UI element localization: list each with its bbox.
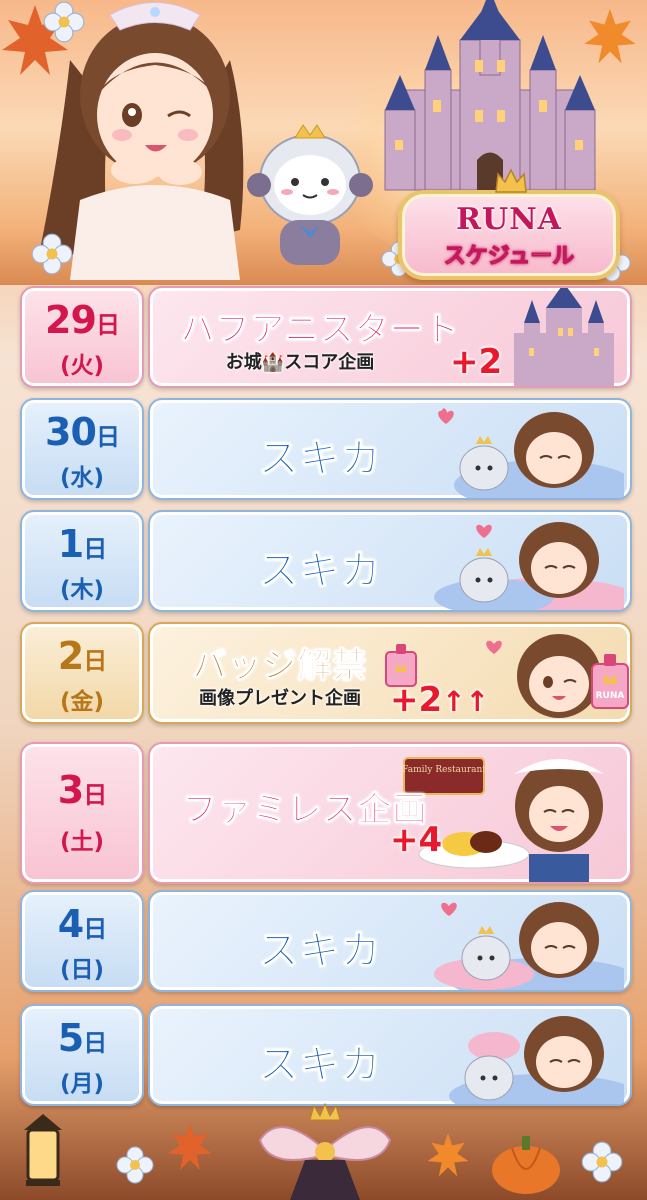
crown-icon xyxy=(495,168,527,193)
date-unit: 日 xyxy=(83,915,107,943)
date-value: 4 xyxy=(57,902,84,946)
page-subtitle: スケジュール xyxy=(443,244,575,270)
maple-leaf-icon xyxy=(168,1123,212,1170)
event-box: スキカ xyxy=(148,398,632,500)
date-value: 3 xyxy=(57,768,84,812)
weekday-label: (火) xyxy=(59,353,105,379)
event-title: ハフアニスタート xyxy=(180,310,460,351)
weekday-label: (木) xyxy=(59,577,105,603)
date-unit: 日 xyxy=(95,311,120,339)
schedule-row: 30日 (水) スキカ xyxy=(14,394,632,500)
footer-decoration xyxy=(0,1100,647,1200)
event-box: スキカ xyxy=(148,510,632,612)
date-box: 2日 (金) xyxy=(20,622,144,724)
date-value: 1 xyxy=(57,522,84,566)
date-number: 4日 xyxy=(22,902,142,946)
date-number: 5日 xyxy=(22,1016,142,1060)
event-box: Family Restaurant ファミレス企画 +4 xyxy=(148,742,632,884)
weekday-label: (水) xyxy=(59,465,105,491)
pumpkin-icon xyxy=(492,1136,560,1194)
date-value: 5 xyxy=(57,1016,84,1060)
date-number: 30日 xyxy=(22,410,142,454)
date-value: 29 xyxy=(45,298,97,342)
event-title: スキカ xyxy=(258,1042,382,1089)
event-box: スキカ xyxy=(148,890,632,992)
bonus-label: +4 xyxy=(390,820,443,860)
date-unit: 日 xyxy=(83,535,107,563)
bonus-value: +2 xyxy=(390,680,443,720)
badge-text: RUNA xyxy=(596,691,625,701)
date-box: 5日 (月) xyxy=(20,1004,144,1106)
schedule-row: 1日 (木) スキカ xyxy=(14,506,632,612)
date-box: 30日 (水) xyxy=(20,398,144,500)
event-title: バッジ解禁 xyxy=(192,646,368,687)
up-arrows-icon: ↑↑ xyxy=(442,685,490,718)
date-value: 30 xyxy=(45,410,97,454)
restaurant-sign-text: Family Restaurant xyxy=(402,765,486,775)
schedule-row: 5日 (月) スキカ xyxy=(14,1000,632,1106)
flower-icon xyxy=(43,1,85,43)
schedule-row: 29日 (火) ハフアニスタート お城🏰スコア企画 +2 xyxy=(14,282,632,388)
event-subtitle: お城🏰スコア企画 xyxy=(225,352,375,373)
date-number: 29日 xyxy=(22,298,142,342)
weekday-label: (日) xyxy=(59,957,105,983)
weekday-label: (月) xyxy=(59,1071,105,1097)
event-title: スキカ xyxy=(258,436,382,483)
title-plaque: RUNA スケジュール xyxy=(398,168,620,280)
event-box: ハフアニスタート お城🏰スコア企画 +2 xyxy=(148,286,632,388)
date-box: 1日 (木) xyxy=(20,510,144,612)
bonus-label: +2↑↑ xyxy=(390,680,489,720)
date-unit: 日 xyxy=(95,423,120,451)
maple-leaf-icon xyxy=(427,1133,469,1177)
date-box: 4日 (日) xyxy=(20,890,144,992)
bonus-label: +2 xyxy=(450,342,503,382)
event-title: スキカ xyxy=(258,548,382,595)
mascot-robot-illustration xyxy=(247,124,373,265)
event-box: RUNA バッジ解禁 画像プレゼント企画 +2↑↑ xyxy=(148,622,632,724)
date-value: 2 xyxy=(57,634,84,678)
date-box: 3日 (土) xyxy=(20,742,144,884)
date-number: 1日 xyxy=(22,522,142,566)
page-title: RUNA xyxy=(456,202,562,237)
badge-icon: RUNA xyxy=(591,654,629,709)
date-number: 3日 xyxy=(22,768,142,812)
schedule-row: 4日 (日) スキカ xyxy=(14,886,632,992)
event-box: スキカ xyxy=(148,1004,632,1106)
date-box: 29日 (火) xyxy=(20,286,144,388)
schedule-row: 2日 (金) RUNA バッジ解禁 画像プレゼント企画 +2↑↑ xyxy=(14,618,632,724)
schedule-row: 3日 (土) Family Restaurant ファミレス企画 +4 xyxy=(14,738,632,884)
flower-icon xyxy=(581,1141,623,1183)
event-title: スキカ xyxy=(258,928,382,975)
weekday-label: (土) xyxy=(59,829,105,855)
date-unit: 日 xyxy=(83,1029,107,1057)
flower-icon xyxy=(116,1146,154,1184)
maple-leaf-icon xyxy=(584,8,636,64)
event-subtitle: 画像プレゼント企画 xyxy=(199,688,361,709)
header-illustration: RUNA スケジュール xyxy=(0,0,647,285)
date-unit: 日 xyxy=(83,781,107,809)
weekday-label: (金) xyxy=(59,689,105,715)
lantern-icon xyxy=(24,1114,62,1186)
date-number: 2日 xyxy=(22,634,142,678)
ribbon-icon xyxy=(258,1102,392,1200)
date-unit: 日 xyxy=(83,647,107,675)
flower-icon xyxy=(31,233,73,275)
